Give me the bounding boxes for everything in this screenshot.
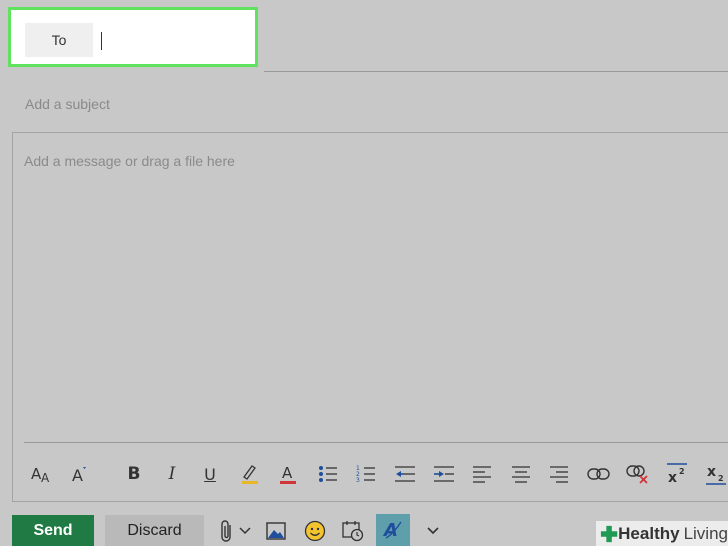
font-size-icon[interactable]: AA xyxy=(27,460,57,488)
insert-picture-icon[interactable] xyxy=(264,516,288,546)
subscript-icon[interactable]: x2 xyxy=(701,460,728,488)
svg-text:A: A xyxy=(41,471,50,484)
svg-text:x: x xyxy=(668,470,677,485)
grow-font-icon[interactable]: A xyxy=(65,460,95,488)
align-right-icon[interactable] xyxy=(544,460,574,488)
decrease-indent-icon[interactable] xyxy=(390,460,420,488)
svg-text:2: 2 xyxy=(718,474,724,483)
svg-text:3: 3 xyxy=(356,477,360,483)
svg-text:A: A xyxy=(72,466,83,484)
subject-input[interactable]: Add a subject xyxy=(25,96,110,112)
paperclip-icon[interactable] xyxy=(218,516,236,546)
to-divider xyxy=(264,71,728,72)
svg-text:A: A xyxy=(382,520,398,541)
toolbar-divider xyxy=(24,442,728,443)
cross-logo-icon xyxy=(600,525,618,542)
schedule-icon[interactable] xyxy=(341,516,365,546)
align-left-icon[interactable] xyxy=(467,460,497,488)
discard-button[interactable]: Discard xyxy=(105,515,204,546)
insert-link-icon[interactable] xyxy=(584,460,614,488)
to-button[interactable]: To xyxy=(25,23,93,57)
font-color-icon[interactable]: A xyxy=(273,460,303,488)
superscript-icon[interactable]: x2 xyxy=(662,460,692,488)
healthy-living-watermark: Healthy Living xyxy=(596,521,728,546)
watermark-brand: Healthy xyxy=(618,523,680,543)
bold-icon[interactable]: B xyxy=(119,460,149,488)
message-body[interactable]: Add a message or drag a file here AA A B… xyxy=(12,132,728,502)
remove-link-icon[interactable] xyxy=(623,460,653,488)
increase-indent-icon[interactable] xyxy=(429,460,459,488)
highlight-icon[interactable] xyxy=(235,460,265,488)
italic-icon[interactable]: I xyxy=(157,460,187,488)
more-options-icon[interactable] xyxy=(422,516,444,546)
to-field-highlight[interactable]: To xyxy=(8,7,258,67)
watermark-brand-suffix: Living xyxy=(683,523,728,543)
align-center-icon[interactable] xyxy=(506,460,536,488)
svg-text:2: 2 xyxy=(679,467,685,476)
send-button[interactable]: Send xyxy=(12,515,94,546)
chevron-down-icon[interactable] xyxy=(237,516,253,546)
message-placeholder: Add a message or drag a file here xyxy=(24,153,235,169)
bullets-icon[interactable] xyxy=(313,460,343,488)
numbering-icon[interactable]: 123 xyxy=(351,460,381,488)
emoji-icon[interactable] xyxy=(303,516,327,546)
underline-icon[interactable]: U xyxy=(195,460,225,488)
svg-text:A: A xyxy=(282,464,293,482)
text-cursor xyxy=(101,32,102,50)
svg-text:x: x xyxy=(707,464,716,480)
formatting-toolbar: AA A B I U A 123 x 2 x 2 xyxy=(25,454,728,494)
editor-icon[interactable]: A xyxy=(376,514,410,546)
